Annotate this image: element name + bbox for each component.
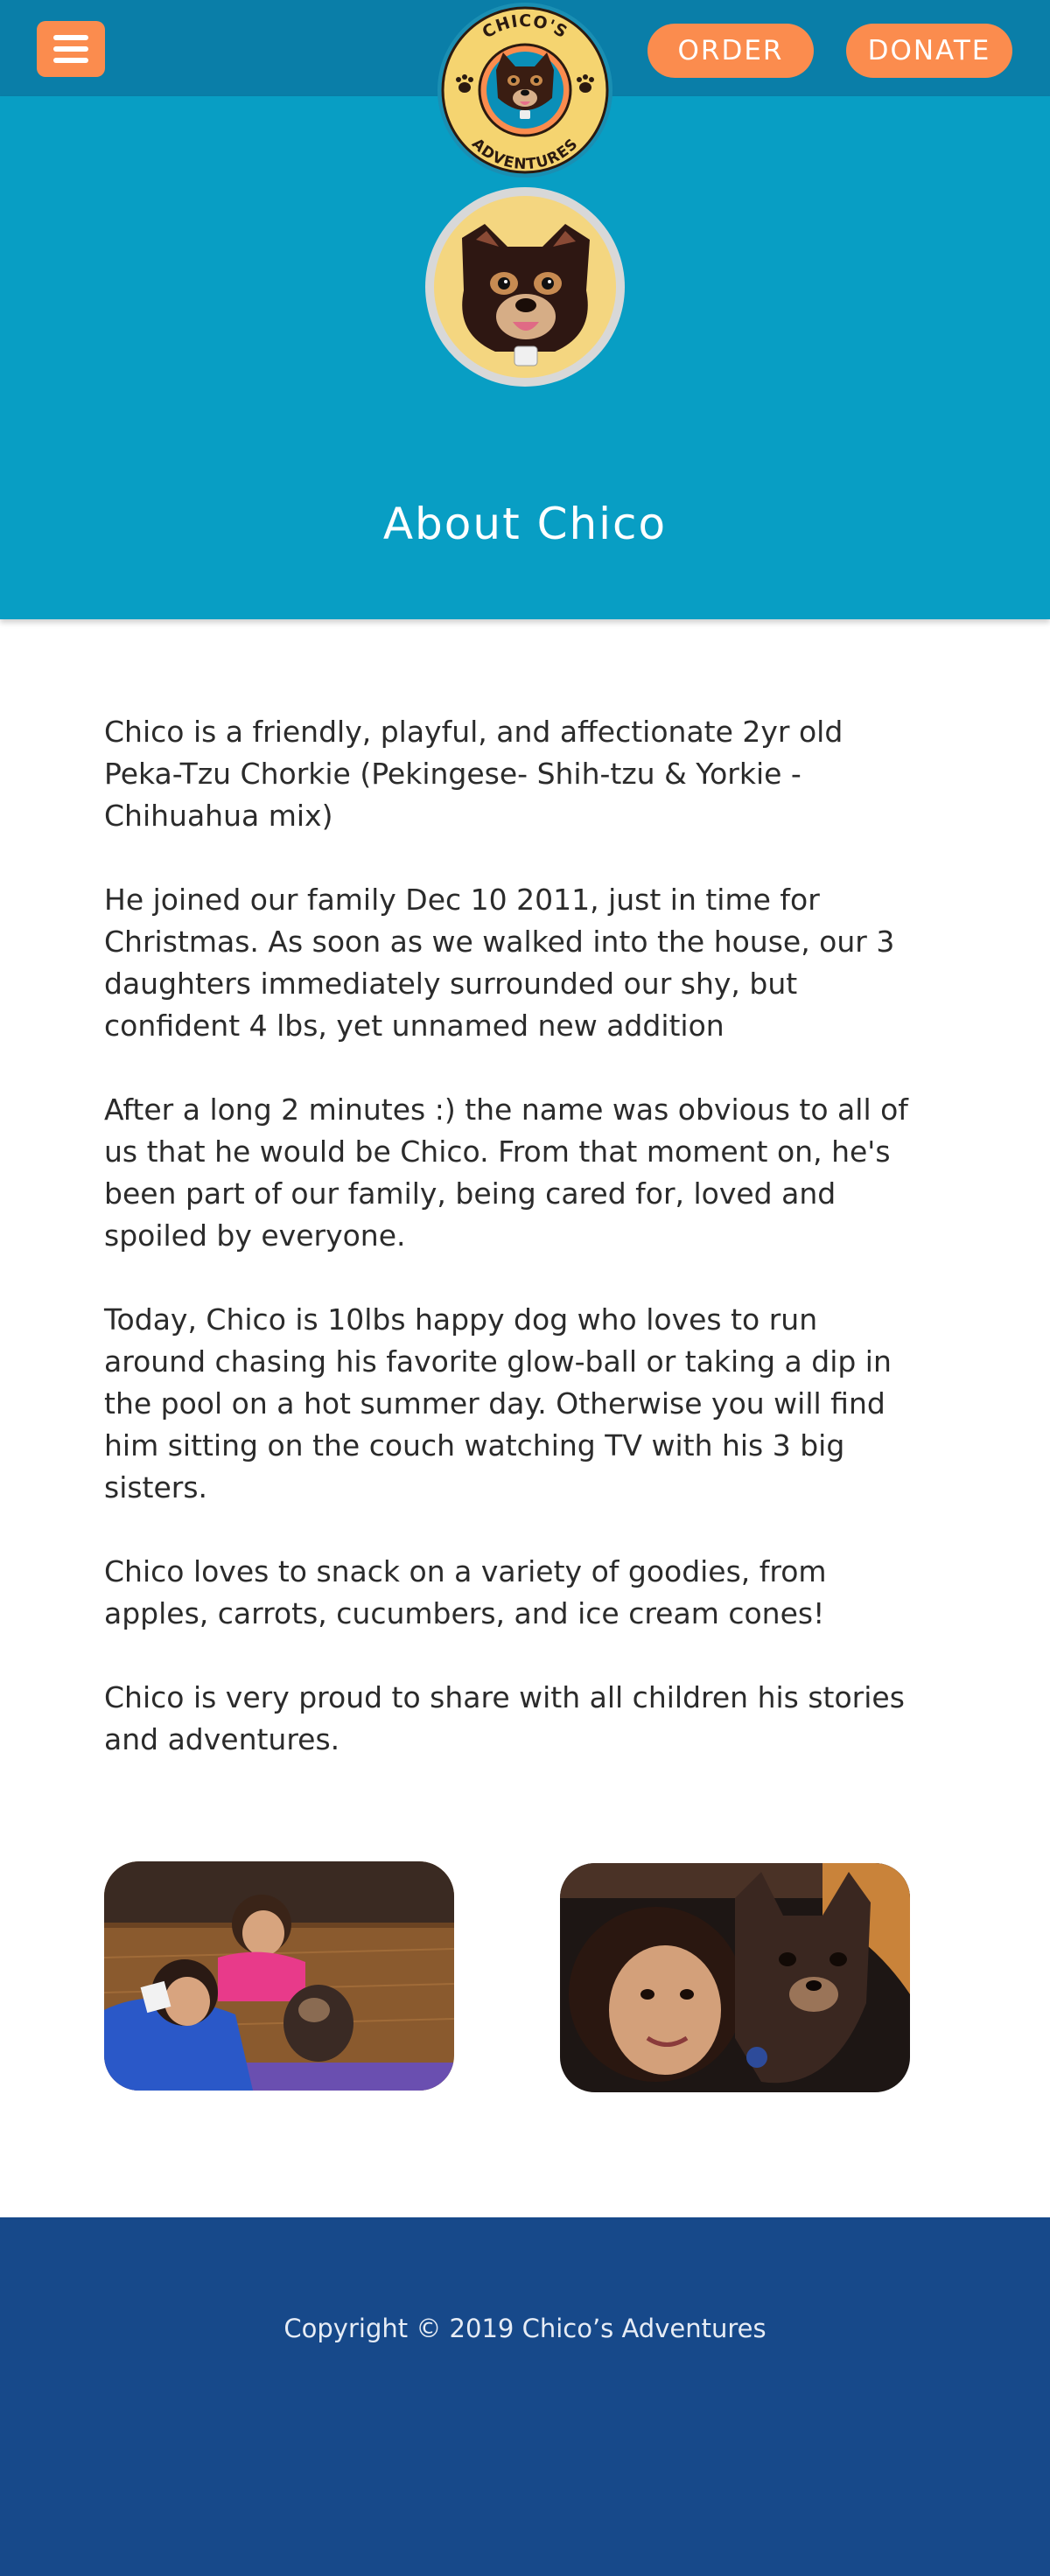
chico-avatar: [425, 187, 625, 387]
page-title: About Chico: [382, 499, 668, 549]
about-content: Chico is a friendly, playful, and affect…: [104, 711, 927, 1803]
about-paragraph: Today, Chico is 10lbs happy dog who love…: [104, 1302, 892, 1504]
hamburger-menu-icon[interactable]: [37, 21, 105, 77]
photo-girls-with-chico: [104, 1861, 454, 2091]
about-paragraph: Chico is a friendly, playful, and affect…: [104, 715, 844, 833]
footer: [0, 2217, 1050, 2576]
about-paragraph: After a long 2 minutes :) the name was o…: [104, 1093, 908, 1253]
photo-girl-hugging-chico: [560, 1863, 910, 2092]
donate-button[interactable]: DONATE: [846, 24, 1012, 78]
copyright-text: Copyright © 2019 Chico’s Adventures: [284, 2314, 766, 2343]
about-paragraph: He joined our family Dec 10 2011, just i…: [104, 883, 895, 1043]
about-paragraph: Chico is very proud to share with all ch…: [104, 1680, 905, 1756]
order-button[interactable]: ORDER: [648, 24, 814, 78]
about-paragraph: Chico loves to snack on a variety of goo…: [104, 1554, 827, 1630]
chicos-adventures-logo[interactable]: CHICO'S ADVENTURES: [435, 0, 615, 180]
